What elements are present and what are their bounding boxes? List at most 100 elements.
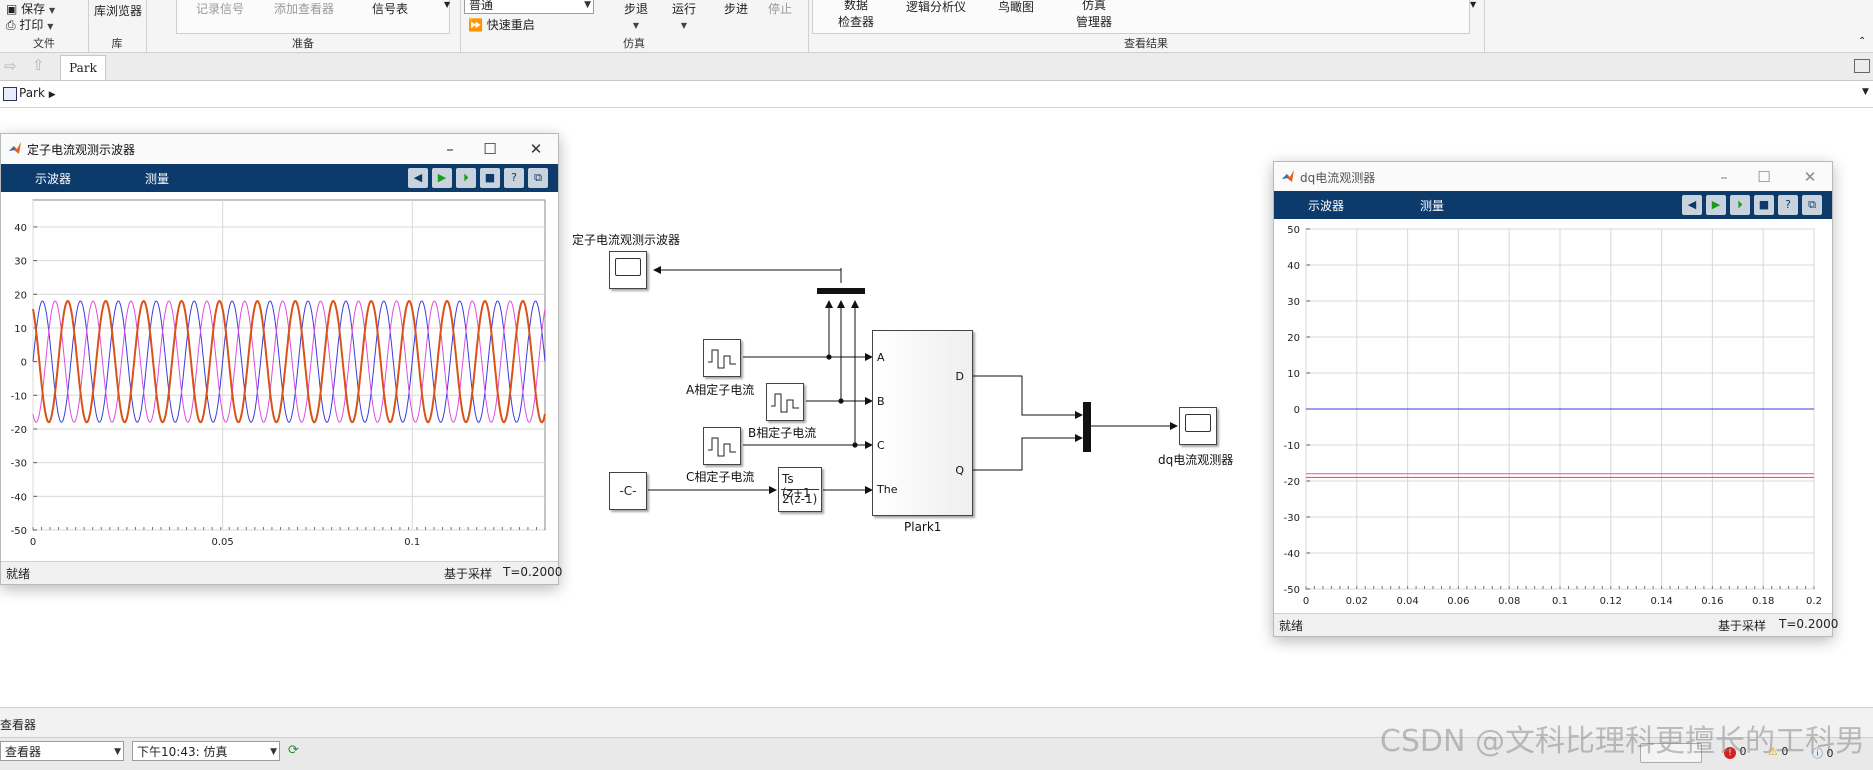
- minimize-button[interactable]: –: [1714, 167, 1734, 187]
- library-section: 库浏览器 库: [88, 0, 147, 52]
- y-tick-label: -10: [1284, 441, 1300, 452]
- refresh-icon[interactable]: ⟳: [288, 743, 299, 758]
- file-section: ▣ 保存 ▼ ⎙ 打印 ▼ 文件: [0, 0, 89, 52]
- status-ready: 就绪: [6, 567, 31, 581]
- y-tick-label: -40: [1284, 549, 1300, 560]
- bird-eye-button[interactable]: 鸟瞰图: [998, 0, 1034, 15]
- maximize-button[interactable]: ☐: [480, 139, 500, 159]
- stator-scope-block[interactable]: [609, 251, 647, 289]
- y-tick-label: -10: [11, 391, 27, 402]
- y-tick-label: -20: [11, 425, 27, 436]
- y-tick-label: 40: [1287, 261, 1300, 272]
- scope1-titlebar[interactable]: 定子电流观测示波器 – ☐ ✕: [1, 134, 558, 164]
- x-tick-label: 0.16: [1701, 596, 1723, 607]
- signal-table-button[interactable]: 信号表: [372, 0, 408, 17]
- run-icon[interactable]: ▶: [1706, 195, 1726, 215]
- section-label-simulate: 仿真: [623, 37, 645, 50]
- add-viewer-button[interactable]: 添加查看器: [274, 0, 334, 17]
- scope2-titlebar[interactable]: dq电流观测器 – ☐ ✕: [1274, 162, 1832, 191]
- x-tick-label: 0.1: [1552, 596, 1568, 607]
- mux-bar-top[interactable]: [817, 288, 865, 294]
- fast-restart-toggle[interactable]: ⏩ 快速重启: [468, 16, 535, 33]
- stop-icon[interactable]: ■: [1754, 195, 1774, 215]
- help-icon[interactable]: ?: [1778, 195, 1798, 215]
- prepare-expand-icon[interactable]: ▼: [444, 0, 450, 9]
- address-dropdown-icon[interactable]: ▼: [1862, 87, 1869, 97]
- constant-block[interactable]: -C-: [609, 472, 647, 510]
- record-signal-button[interactable]: 记录信号: [196, 0, 244, 17]
- dq-scope-block[interactable]: [1179, 407, 1217, 445]
- breadcrumb[interactable]: Park ▶: [19, 86, 56, 100]
- review-expand-icon[interactable]: ▼: [1470, 0, 1476, 9]
- scope1-title: 定子电流观测示波器: [27, 143, 136, 157]
- maximize-button[interactable]: ☐: [1754, 167, 1774, 187]
- x-tick-label: 0.05: [211, 537, 233, 548]
- review-section: 数据 检查器 逻辑分析仪 鸟瞰图 仿真 管理器 ▼ 查看结果: [808, 0, 1485, 52]
- source-c-label: C相定子电流: [686, 470, 755, 484]
- x-tick-label: 0.06: [1447, 596, 1469, 607]
- simulation-manager-button[interactable]: 仿真 管理器: [1076, 0, 1112, 30]
- viewer-panel-label: 查看器: [0, 718, 37, 732]
- help-icon[interactable]: ?: [504, 168, 524, 188]
- back-arrow-icon[interactable]: ⇨: [4, 57, 17, 75]
- library-browser-button[interactable]: 库浏览器: [94, 2, 142, 19]
- menu-measure[interactable]: 测量: [145, 170, 169, 187]
- menu-scope[interactable]: 示波器: [35, 170, 71, 187]
- source-b-block[interactable]: [766, 383, 804, 421]
- step-back-icon[interactable]: ◀: [1682, 195, 1702, 215]
- scope2-plot-area[interactable]: 50 40 30 20 10 0 -10 -20 -30 -40 -50 0 0.02 0.04 0.06 0…: [1274, 219, 1832, 613]
- step-forward-icon[interactable]: ⏵: [1730, 195, 1750, 215]
- source-c-block[interactable]: [703, 427, 741, 465]
- close-button[interactable]: ✕: [526, 139, 546, 159]
- simulation-mode-select[interactable]: 普通 ▼: [464, 0, 594, 14]
- park-transform-block[interactable]: A B C The D Q: [872, 330, 973, 516]
- prepare-section: 记录信号 添加查看器 信号表 ▼ 准备: [146, 0, 461, 52]
- scope2-plot[interactable]: 50403020100-10-20-30-40-500 0.02 0.04 0.06 0…: [1274, 219, 1830, 613]
- close-button[interactable]: ✕: [1800, 167, 1820, 187]
- signal-generator-icon: [708, 437, 736, 457]
- step-back-button[interactable]: 步退 ▼: [624, 0, 648, 31]
- stop-icon[interactable]: ■: [480, 168, 500, 188]
- scope2-title: dq电流观测器: [1300, 171, 1376, 185]
- scope-block-label: 定子电流观测示波器: [572, 233, 681, 247]
- mux-bar-right[interactable]: [1083, 402, 1091, 452]
- scope-screen-icon: [1185, 414, 1211, 432]
- source-b-label: B相定子电流: [748, 426, 817, 440]
- print-button[interactable]: ⎙ 打印 ▼: [6, 16, 53, 33]
- logic-analyzer-button[interactable]: 逻辑分析仪: [906, 0, 966, 15]
- undock-icon[interactable]: ⧉: [528, 168, 548, 188]
- viewer-select[interactable]: 查看器 ▼: [0, 741, 124, 761]
- step-back-icon[interactable]: ◀: [408, 168, 428, 188]
- source-a-block[interactable]: [703, 339, 741, 377]
- save-button[interactable]: ▣ 保存 ▼: [6, 0, 55, 17]
- menu-scope[interactable]: 示波器: [1308, 197, 1344, 214]
- stator-scope-window: 定子电流观测示波器 – ☐ ✕ 示波器 测量 ◀ ▶ ⏵ ■ ? ⧉ 40 30 2…: [0, 133, 562, 585]
- minimize-button[interactable]: –: [440, 139, 460, 159]
- x-tick-label: 0.2: [1806, 596, 1822, 607]
- undock-icon[interactable]: ⧉: [1802, 195, 1822, 215]
- step-forward-button[interactable]: 步进: [724, 0, 748, 17]
- section-label-file: 文件: [33, 37, 55, 50]
- scope1-plot[interactable]: 403020100-10-20-30-40-500 0.05 0.1: [1, 192, 556, 561]
- y-tick-label: 20: [14, 290, 27, 301]
- y-tick-label: 50: [1287, 225, 1300, 236]
- menu-measure[interactable]: 测量: [1420, 197, 1444, 214]
- run-icon[interactable]: ▶: [432, 168, 452, 188]
- stop-button[interactable]: 停止: [768, 0, 792, 17]
- park-port-d: D: [955, 370, 964, 383]
- up-arrow-icon[interactable]: ⇧: [32, 56, 45, 74]
- data-inspector-button[interactable]: 数据 检查器: [838, 0, 874, 30]
- ribbon-toolstrip: ▣ 保存 ▼ ⎙ 打印 ▼ 文件 库浏览器 库 记录信号 添加查看器 信号表 ▼…: [0, 0, 1873, 53]
- tab-park[interactable]: Park: [60, 55, 106, 80]
- section-label-prepare: 准备: [292, 37, 314, 50]
- model-browser-icon[interactable]: [1854, 59, 1870, 73]
- y-tick-label: -50: [1284, 585, 1300, 596]
- run-button[interactable]: 运行 ▼: [672, 0, 696, 31]
- scope1-plot-area[interactable]: 40 30 20 10 0 -10 -20 -30 -40 -50 0 0.05 0.1: [1, 192, 558, 561]
- y-tick-label: -30: [11, 459, 27, 470]
- ribbon-collapse-icon[interactable]: ⌃: [1858, 36, 1866, 47]
- simulation-time-select[interactable]: 下午10:43: 仿真 ▼: [132, 741, 280, 761]
- transfer-function-block[interactable]: Ts (z+1 2(z-1): [778, 467, 822, 512]
- y-tick-label: 10: [14, 324, 27, 335]
- step-forward-icon[interactable]: ⏵: [456, 168, 476, 188]
